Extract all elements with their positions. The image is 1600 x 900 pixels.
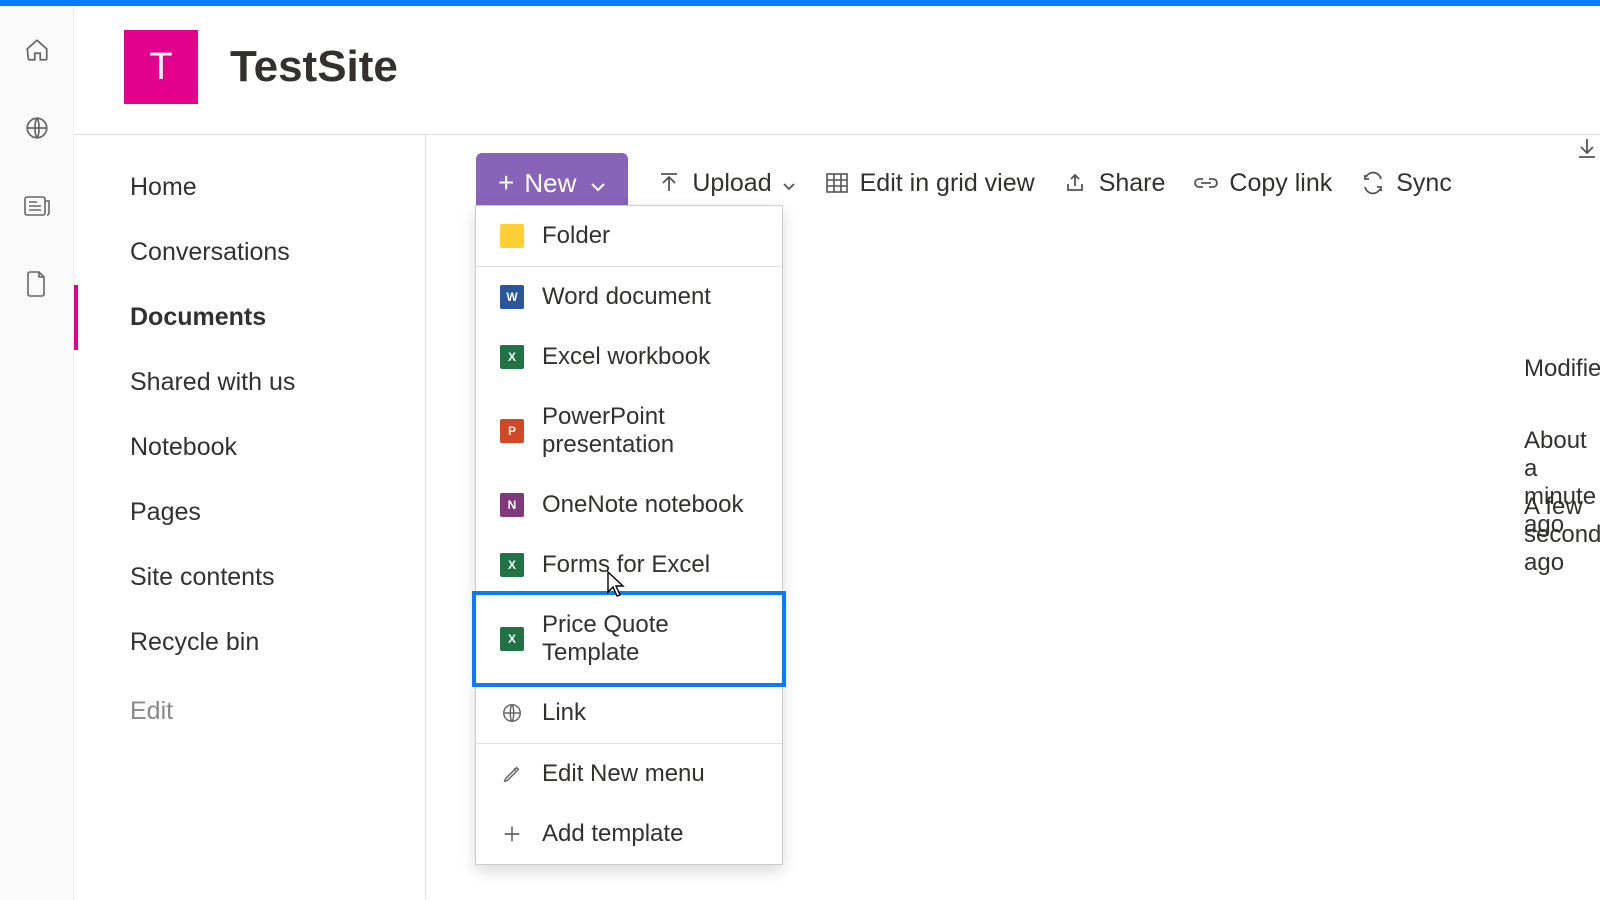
excel-icon: X [500, 553, 524, 577]
dropdown-label: Edit New menu [542, 760, 705, 788]
pencil-icon [500, 762, 524, 786]
link-icon [1193, 170, 1219, 196]
new-button-label: New [524, 168, 576, 199]
sync-button[interactable]: Sync [1360, 169, 1452, 198]
onenote-icon: N [500, 493, 524, 517]
sidebar-item-recycle-bin[interactable]: Recycle bin [74, 610, 425, 675]
sidebar-item-home[interactable]: Home [74, 155, 425, 220]
dropdown-label: Add template [542, 820, 683, 848]
share-icon [1063, 170, 1089, 196]
plus-icon [500, 822, 524, 846]
document-icon[interactable] [23, 270, 51, 298]
dropdown-label: PowerPoint presentation [542, 403, 758, 459]
site-nav-sidebar: Home Conversations Documents Shared with… [74, 135, 426, 899]
dropdown-label: Link [542, 699, 586, 727]
copy-link-button[interactable]: Copy link [1193, 169, 1332, 198]
folder-icon [500, 224, 524, 248]
edit-grid-button[interactable]: Edit in grid view [824, 169, 1035, 198]
sidebar-item-site-contents[interactable]: Site contents [74, 545, 425, 610]
sidebar-item-shared[interactable]: Shared with us [74, 350, 425, 415]
app-rail [0, 6, 74, 900]
dropdown-label: Folder [542, 222, 610, 250]
dropdown-item-edit-menu[interactable]: Edit New menu [476, 743, 782, 804]
sidebar-item-conversations[interactable]: Conversations [74, 220, 425, 285]
copylink-label: Copy link [1229, 169, 1332, 198]
sidebar-item-documents[interactable]: Documents [74, 285, 425, 350]
word-icon: W [500, 285, 524, 309]
sidebar-item-notebook[interactable]: Notebook [74, 415, 425, 480]
sidebar-edit-link[interactable]: Edit [74, 675, 425, 744]
main-content: T TestSite Home Conversations Documents … [74, 6, 1600, 900]
plus-icon: + [498, 167, 514, 199]
excel-icon: X [500, 627, 524, 651]
content-area: Home Conversations Documents Shared with… [74, 135, 1600, 899]
dropdown-item-link[interactable]: Link [476, 683, 782, 743]
document-pane: + New Upload [426, 135, 1600, 899]
dropdown-label: Forms for Excel [542, 551, 710, 579]
home-icon[interactable] [23, 36, 51, 64]
grid-icon [824, 170, 850, 196]
chevron-down-icon [590, 168, 606, 199]
column-label: Modified [1524, 355, 1600, 383]
dropdown-label: Price Quote Template [542, 611, 758, 667]
sync-icon [1360, 170, 1386, 196]
dropdown-item-excel[interactable]: X Excel workbook [476, 327, 782, 387]
excel-icon: X [500, 345, 524, 369]
site-logo[interactable]: T [124, 30, 198, 104]
sync-label: Sync [1396, 169, 1452, 198]
dropdown-label: Word document [542, 283, 711, 311]
link-icon [500, 701, 524, 725]
site-title: TestSite [230, 42, 398, 92]
dropdown-item-onenote[interactable]: N OneNote notebook [476, 475, 782, 535]
dropdown-item-word[interactable]: W Word document [476, 266, 782, 327]
dropdown-item-forms-excel[interactable]: X Forms for Excel [476, 535, 782, 595]
download-icon [1574, 135, 1600, 161]
upload-button[interactable]: Upload [656, 169, 795, 198]
dropdown-item-price-quote-template[interactable]: X Price Quote Template [472, 591, 786, 687]
download-button[interactable] [1574, 135, 1600, 161]
upload-icon [656, 170, 682, 196]
modified-value: A few seconds ago [1524, 493, 1600, 577]
column-modified[interactable]: Modified [1524, 355, 1600, 383]
dropdown-item-folder[interactable]: Folder [476, 206, 782, 266]
share-button[interactable]: Share [1063, 169, 1166, 198]
site-header: T TestSite [74, 6, 1600, 135]
powerpoint-icon: P [500, 419, 524, 443]
news-icon[interactable] [23, 192, 51, 220]
new-dropdown-menu: Folder W Word document X Excel workbook … [475, 205, 783, 865]
share-label: Share [1099, 169, 1166, 198]
globe-icon[interactable] [23, 114, 51, 142]
dropdown-item-powerpoint[interactable]: P PowerPoint presentation [476, 387, 782, 475]
sidebar-item-pages[interactable]: Pages [74, 480, 425, 545]
new-button[interactable]: + New [476, 153, 628, 213]
chevron-down-icon [782, 169, 796, 198]
dropdown-label: Excel workbook [542, 343, 710, 371]
grid-label: Edit in grid view [860, 169, 1035, 198]
dropdown-label: OneNote notebook [542, 491, 743, 519]
dropdown-item-add-template[interactable]: Add template [476, 804, 782, 864]
upload-label: Upload [692, 169, 771, 198]
